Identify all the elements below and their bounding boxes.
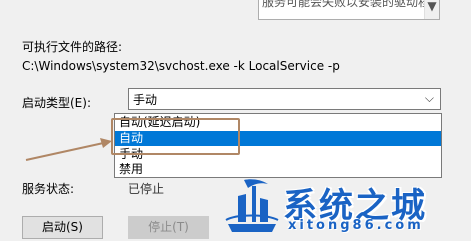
scroll-down-arrow-icon[interactable]: ▼ <box>427 0 436 13</box>
service-description-box: 服务可能会失败以安装的驱动程序无法正常运行，并使 ▼ <box>258 0 440 20</box>
startup-type-select[interactable]: 手动 ⌵ <box>128 88 441 110</box>
executable-path-label: 可执行文件的路径: <box>22 40 123 54</box>
stop-button[interactable]: 停止(T) <box>128 216 209 239</box>
option-automatic[interactable]: 自动 <box>115 131 441 146</box>
startup-type-dropdown-list: 自动(延迟启动) 自动 手动 禁用 <box>114 113 442 178</box>
startup-type-label: 启动类型(E): <box>22 96 91 110</box>
chevron-down-icon[interactable]: ⌵ <box>425 91 434 106</box>
startup-type-selected-value: 手动 <box>133 93 158 107</box>
executable-path-value: C:\Windows\system32\svchost.exe -k Local… <box>22 59 340 73</box>
option-disabled[interactable]: 禁用 <box>115 162 441 177</box>
option-manual[interactable]: 手动 <box>115 147 441 162</box>
description-scrollbar[interactable]: ▼ <box>424 0 439 19</box>
start-button[interactable]: 启动(S) <box>22 216 103 239</box>
option-automatic-delayed[interactable]: 自动(延迟启动) <box>115 115 441 130</box>
watermark-logo-icon <box>225 179 279 232</box>
service-description-text: 服务可能会失败以安装的驱动程序无法正常运行，并使 <box>262 0 440 9</box>
service-status-label: 服务状态: <box>22 182 75 196</box>
service-status-value: 已停止 <box>128 182 165 196</box>
watermark-url: xitong86.com <box>288 218 424 233</box>
